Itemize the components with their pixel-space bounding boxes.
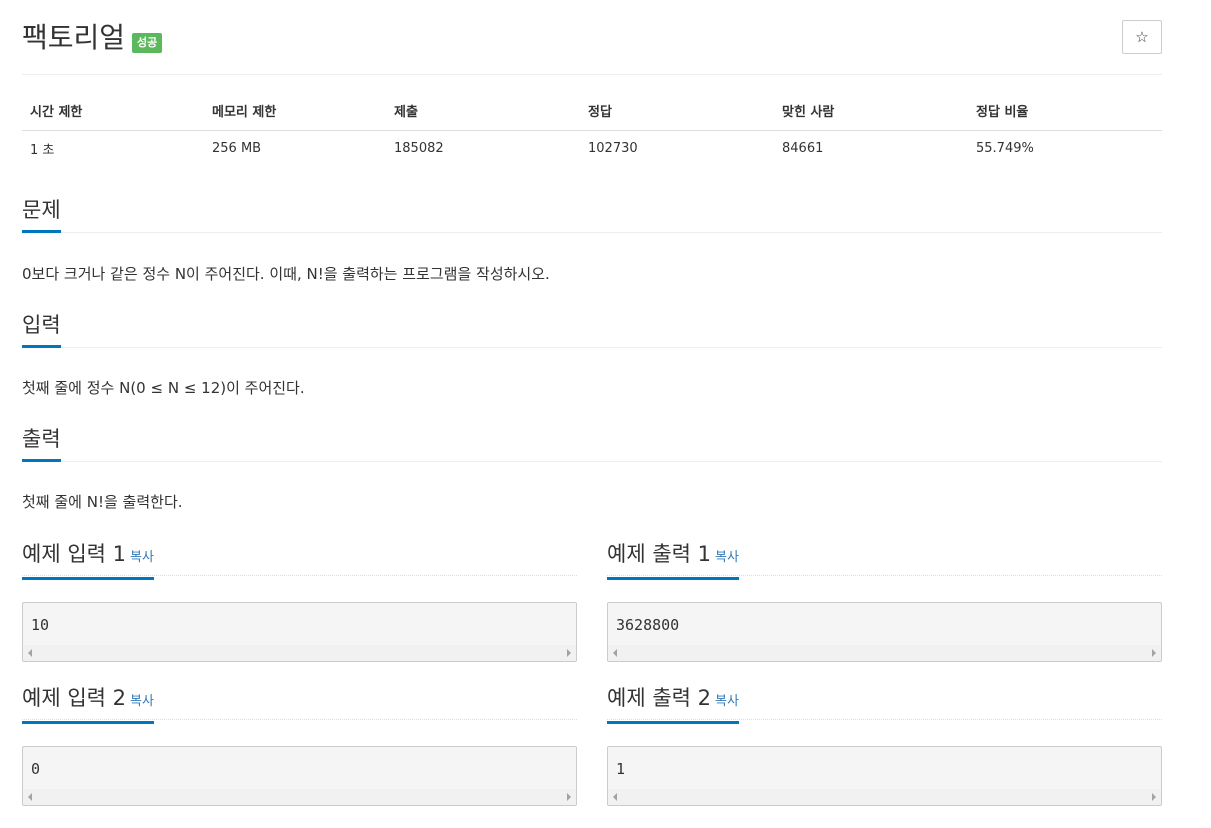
sample-input-1: 예제 입력 1 복사 10	[22, 540, 577, 662]
sample-output-2-header: 예제 출력 2 복사	[607, 684, 1162, 724]
horizontal-scrollbar[interactable]	[608, 789, 1161, 805]
output-heading: 출력	[22, 425, 61, 462]
sample-output-2-title: 예제 출력 2	[607, 686, 711, 710]
sample-input-1-heading: 예제 입력 1 복사	[22, 540, 154, 580]
sample-output-1-box[interactable]: 3628800	[607, 602, 1162, 662]
copy-sample-output-1-button[interactable]: 복사	[715, 550, 739, 565]
solvers-value: 84661	[782, 140, 824, 156]
sample-output-1-header: 예제 출력 1 복사	[607, 540, 1162, 580]
accept-rate-value: 55.749%	[976, 140, 1034, 156]
horizontal-scrollbar[interactable]	[608, 645, 1161, 661]
sample-output-1-value: 3628800	[616, 616, 680, 634]
star-button[interactable]: ☆	[1122, 20, 1162, 54]
star-icon: ☆	[1135, 28, 1149, 46]
scroll-left-icon[interactable]	[613, 793, 617, 801]
problem-info-table: 시간 제한 메모리 제한 제출 정답 맞힌 사람 정답 비율 1 초 256 M…	[22, 92, 1162, 166]
sample-input-1-header: 예제 입력 1 복사	[22, 540, 577, 580]
input-section-header: 입력	[22, 311, 1162, 348]
sample-output-2-heading: 예제 출력 2 복사	[607, 684, 739, 724]
sample-input-2-heading: 예제 입력 2 복사	[22, 684, 154, 724]
scroll-left-icon[interactable]	[28, 793, 32, 801]
sample-output-1: 예제 출력 1 복사 3628800	[607, 540, 1162, 662]
scroll-right-icon[interactable]	[1152, 649, 1156, 657]
sample-input-2-box[interactable]: 0	[22, 746, 577, 806]
submissions-value: 185082	[394, 140, 444, 156]
scroll-left-icon[interactable]	[613, 649, 617, 657]
memory-limit-header: 메모리 제한	[204, 92, 386, 131]
sample-input-2-title: 예제 입력 2	[22, 686, 126, 710]
description-text: 0보다 크거나 같은 정수 N이 주어진다. 이때, N!을 출력하는 프로그램…	[22, 265, 550, 283]
accepted-value: 102730	[588, 140, 638, 156]
scroll-right-icon[interactable]	[567, 649, 571, 657]
sample-input-1-box[interactable]: 10	[22, 602, 577, 662]
output-text: 첫째 줄에 N!을 출력한다.	[22, 493, 183, 511]
copy-sample-input-2-button[interactable]: 복사	[130, 694, 154, 709]
sample-input-2: 예제 입력 2 복사 0	[22, 684, 577, 806]
accepted-header: 정답	[580, 92, 774, 131]
scroll-left-icon[interactable]	[28, 649, 32, 657]
title-row: 팩토리얼 성공 ☆	[22, 20, 1162, 75]
submissions-header: 제출	[386, 92, 580, 131]
copy-sample-input-1-button[interactable]: 복사	[130, 550, 154, 565]
memory-limit-value: 256 MB	[212, 140, 262, 156]
success-badge: 성공	[132, 33, 163, 53]
description-heading: 문제	[22, 196, 61, 233]
sample-output-2-box[interactable]: 1	[607, 746, 1162, 806]
copy-sample-output-2-button[interactable]: 복사	[715, 694, 739, 709]
table-header-row: 시간 제한 메모리 제한 제출 정답 맞힌 사람 정답 비율	[22, 92, 1162, 131]
table-row: 1 초 256 MB 185082 102730 84661 55.749%	[22, 130, 1162, 166]
problem-title: 팩토리얼	[22, 21, 126, 54]
sample-output-1-title: 예제 출력 1	[607, 542, 711, 566]
time-limit-value: 1 초	[30, 142, 55, 158]
output-section-header: 출력	[22, 425, 1162, 462]
horizontal-scrollbar[interactable]	[23, 645, 576, 661]
scroll-right-icon[interactable]	[1152, 793, 1156, 801]
description-section-header: 문제	[22, 196, 1162, 233]
input-text: 첫째 줄에 정수 N(0 ≤ N ≤ 12)이 주어진다.	[22, 379, 305, 397]
sample-input-2-header: 예제 입력 2 복사	[22, 684, 577, 724]
time-limit-header: 시간 제한	[22, 92, 204, 131]
sample-input-2-value: 0	[31, 760, 41, 778]
horizontal-scrollbar[interactable]	[23, 789, 576, 805]
solvers-header: 맞힌 사람	[774, 92, 968, 131]
input-heading: 입력	[22, 311, 61, 348]
sample-output-2-value: 1	[616, 760, 626, 778]
accept-rate-header: 정답 비율	[968, 92, 1162, 131]
sample-output-1-heading: 예제 출력 1 복사	[607, 540, 739, 580]
sample-input-1-title: 예제 입력 1	[22, 542, 126, 566]
scroll-right-icon[interactable]	[567, 793, 571, 801]
sample-input-1-value: 10	[31, 616, 50, 634]
sample-output-2: 예제 출력 2 복사 1	[607, 684, 1162, 806]
